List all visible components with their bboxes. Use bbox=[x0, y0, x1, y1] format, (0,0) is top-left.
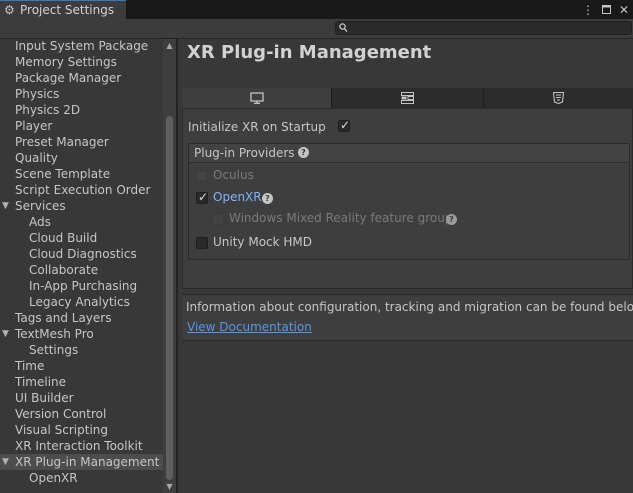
sidebar-item-label: Package Manager bbox=[15, 71, 122, 85]
window-controls: ⋮ ✕ bbox=[582, 0, 629, 19]
sidebar-item-label: Services bbox=[15, 199, 66, 213]
sidebar-item-label: Script Execution Order bbox=[15, 183, 151, 197]
sidebar-item-label: UI Builder bbox=[15, 391, 74, 405]
html5-icon bbox=[553, 92, 564, 104]
foldout-arrow-icon[interactable]: ▼ bbox=[2, 454, 9, 470]
help-icon[interactable]: ? bbox=[446, 214, 457, 225]
sidebar-item-label: OpenXR bbox=[29, 471, 78, 485]
main-panel: XR Plug-in Management Initialize XR on S… bbox=[178, 39, 633, 493]
provider-label: Unity Mock HMD bbox=[213, 235, 313, 249]
sidebar-item-label: Cloud Build bbox=[29, 231, 98, 245]
sidebar-item-label: Visual Scripting bbox=[15, 423, 108, 437]
kebab-menu-icon[interactable]: ⋮ bbox=[582, 3, 594, 17]
scroll-down-icon[interactable]: ▼ bbox=[165, 482, 174, 491]
sidebar-item-label: XR Plug-in Management bbox=[15, 455, 160, 469]
foldout-arrow-icon[interactable]: ▼ bbox=[2, 326, 9, 342]
monitor-icon bbox=[249, 92, 264, 104]
sidebar-item-label: Physics 2D bbox=[15, 103, 81, 117]
plugin-providers-title: Plug-in Providers bbox=[194, 146, 295, 160]
toolbar bbox=[0, 19, 633, 39]
plugin-providers-box: Plug-in Providers ? Oculus ✓ OpenXR? Window… bbox=[188, 143, 630, 260]
title-bar: ⚙ Project Settings ⋮ ✕ bbox=[0, 0, 633, 19]
scroll-up-icon[interactable]: ▲ bbox=[165, 41, 174, 50]
sidebar-item-label: In-App Purchasing bbox=[29, 279, 138, 293]
page-title: XR Plug-in Management bbox=[187, 42, 432, 63]
sidebar-item-label: Legacy Analytics bbox=[29, 295, 130, 309]
tab-uwp[interactable] bbox=[332, 88, 484, 108]
sidebar-scrollbar[interactable]: ▲ ▼ bbox=[163, 39, 176, 493]
provider-checkbox[interactable] bbox=[196, 237, 208, 249]
plugin-providers-header: Plug-in Providers ? bbox=[189, 144, 629, 163]
help-icon[interactable]: ? bbox=[298, 147, 309, 158]
provider-label: Windows Mixed Reality feature group bbox=[229, 211, 453, 225]
help-icon[interactable]: ? bbox=[262, 193, 273, 204]
tab-title: Project Settings bbox=[20, 3, 115, 17]
settings-sidebar: Input System Package Memory Settings Packa… bbox=[0, 39, 176, 493]
sidebar-item-label: Physics bbox=[15, 87, 60, 101]
gear-icon: ⚙ bbox=[4, 3, 15, 17]
project-settings-tab[interactable]: ⚙ Project Settings bbox=[0, 0, 126, 19]
checkmark-icon: ✓ bbox=[340, 118, 351, 132]
provider-checkbox[interactable]: ✓ bbox=[196, 190, 209, 204]
grid-layout-icon bbox=[401, 92, 414, 104]
platform-tabs bbox=[182, 88, 633, 108]
sidebar-item-label: Tags and Layers bbox=[15, 311, 112, 325]
sidebar-item-label: Settings bbox=[29, 343, 79, 357]
checkmark-icon: ✓ bbox=[198, 190, 209, 204]
view-documentation-link[interactable]: View Documentation bbox=[187, 320, 312, 334]
sidebar-item-label: XR Interaction Toolkit bbox=[15, 439, 143, 453]
sidebar-item-label: Preset Manager bbox=[15, 135, 109, 149]
sidebar-item-label: Input System Package bbox=[15, 39, 149, 53]
info-text: Information about configuration, trackin… bbox=[186, 300, 633, 314]
provider-label: OpenXR bbox=[213, 190, 262, 204]
sidebar-item-label: Time bbox=[15, 359, 45, 373]
sidebar-item-label: Player bbox=[15, 119, 53, 133]
settings-panel: Initialize XR on Startup ✓ Plug-in Provi… bbox=[182, 108, 633, 289]
tab-webgl[interactable] bbox=[484, 88, 633, 108]
provider-checkbox bbox=[212, 213, 224, 225]
foldout-arrow-icon[interactable]: ▼ bbox=[2, 198, 9, 214]
sidebar-item-label: Quality bbox=[15, 151, 58, 165]
init-on-startup-label: Initialize XR on Startup bbox=[188, 120, 326, 134]
search-input[interactable] bbox=[335, 21, 632, 35]
sidebar-item-label: Cloud Diagnostics bbox=[29, 247, 137, 261]
search-icon bbox=[339, 23, 348, 33]
sidebar-item-label: Memory Settings bbox=[15, 55, 117, 69]
sidebar-item-label: Scene Template bbox=[15, 167, 111, 181]
provider-label: Oculus bbox=[213, 168, 254, 182]
tab-standalone[interactable] bbox=[182, 88, 332, 108]
sidebar-item-label: Version Control bbox=[15, 407, 107, 421]
maximize-icon[interactable] bbox=[601, 3, 611, 17]
sidebar-item-label: Ads bbox=[29, 215, 51, 229]
sidebar-item-label: Collaborate bbox=[29, 263, 99, 277]
sidebar-item-label: TextMesh Pro bbox=[15, 327, 94, 341]
init-on-startup-checkbox[interactable]: ✓ bbox=[338, 118, 351, 132]
sidebar-item-label: Timeline bbox=[15, 375, 67, 389]
documentation-info: Information about configuration, trackin… bbox=[182, 294, 633, 341]
sidebar-item[interactable]: ▼ XR Plug-in Management bbox=[0, 454, 163, 470]
provider-checkbox bbox=[196, 170, 208, 182]
scrollbar-thumb[interactable] bbox=[166, 116, 173, 480]
close-icon[interactable]: ✕ bbox=[619, 3, 629, 17]
